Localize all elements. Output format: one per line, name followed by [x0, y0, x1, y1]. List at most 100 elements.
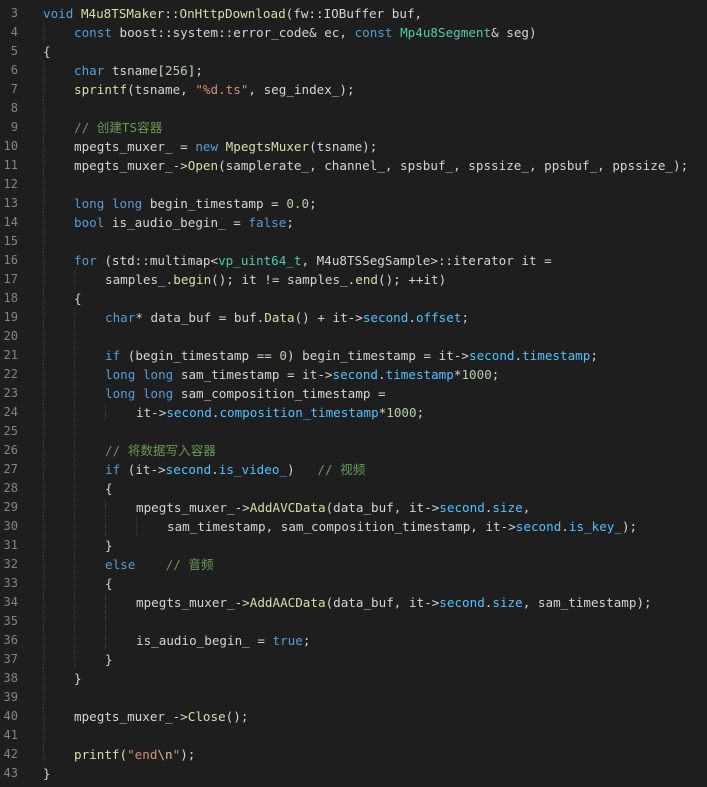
code-line[interactable]: 20: [0, 327, 707, 346]
code-line[interactable]: 30 sam_timestamp, sam_composition_timesta…: [0, 517, 707, 536]
code-line[interactable]: 27 if (it->second.is_video_) // 视频: [0, 460, 707, 479]
code-token: void: [43, 6, 74, 21]
code-line[interactable]: 17 samples_.begin(); it != samples_.end()…: [0, 270, 707, 289]
indent-guide: [74, 403, 75, 422]
code-line[interactable]: 28 {: [0, 479, 707, 498]
code-line[interactable]: 10 mpegts_muxer_ = new MpegtsMuxer(tsname…: [0, 137, 707, 156]
code-token: if: [105, 462, 121, 477]
code-line[interactable]: 6 char tsname[256];: [0, 61, 707, 80]
code-line[interactable]: 13 long long begin_timestamp = 0.0;: [0, 194, 707, 213]
code-token: .: [561, 519, 569, 534]
code-line[interactable]: 31}: [0, 536, 707, 555]
code-token: ,: [522, 500, 531, 515]
code-token: ;: [491, 367, 500, 382]
code-line[interactable]: 4 const boost::system::error_code& ec, co…: [0, 23, 707, 42]
code-line[interactable]: 43}: [0, 764, 707, 783]
code-line[interactable]: 24 it->second.composition_timestamp*1000;: [0, 403, 707, 422]
code-line[interactable]: 41: [0, 726, 707, 745]
code-line[interactable]: 19 char* data_buf = buf.Data() + it->seco…: [0, 308, 707, 327]
code-line[interactable]: 40 mpegts_muxer_->Close();: [0, 707, 707, 726]
code-line[interactable]: 33 {: [0, 574, 707, 593]
code-line[interactable]: 15: [0, 232, 707, 251]
code-token: & seg): [491, 25, 537, 40]
indent-guide: [74, 650, 75, 669]
code-line[interactable]: 12: [0, 175, 707, 194]
code-line[interactable]: 23 long long sam_composition_timestamp =: [0, 384, 707, 403]
code-text: if (begin_timestamp == 0) begin_timestam…: [105, 346, 598, 365]
indent-guide: [74, 536, 75, 555]
code-line[interactable]: 32 else // 音频: [0, 555, 707, 574]
code-line[interactable]: 34 mpegts_muxer_->AddAACData(data_buf, it…: [0, 593, 707, 612]
code-token: {: [43, 44, 51, 59]
line-number: 31: [3, 538, 18, 552]
code-text: long long sam_composition_timestamp =: [105, 384, 386, 403]
line-number: 39: [3, 690, 18, 704]
code-token: 1000: [461, 367, 492, 382]
indent-guide: [74, 346, 75, 365]
code-line[interactable]: 39: [0, 688, 707, 707]
line-number: 27: [3, 462, 18, 476]
code-token: sam_timestamp = it->: [173, 367, 333, 382]
code-token: second: [468, 348, 515, 363]
code-line[interactable]: 26 // 将数据写入容器: [0, 441, 707, 460]
code-token: , M4u8TSSegSample>::iterator it =: [301, 253, 552, 268]
code-token: }: [74, 671, 82, 686]
code-token: {: [105, 576, 113, 591]
code-line[interactable]: 36 is_audio_begin_ = true;: [0, 631, 707, 650]
line-number: 26: [3, 443, 18, 457]
code-line[interactable]: 21 if (begin_timestamp == 0) begin_timest…: [0, 346, 707, 365]
code-token: (tsname);: [309, 139, 378, 154]
indent-guide: [105, 593, 106, 612]
code-token: long: [105, 386, 136, 401]
code-line[interactable]: 16 for (std::multimap<vp_uint64_t, M4u8TS…: [0, 251, 707, 270]
code-token: () + it->: [294, 310, 363, 325]
code-token: Mp4u8Segment: [400, 25, 492, 40]
code-token: "end: [127, 747, 158, 762]
indent-guide: [74, 327, 75, 346]
code-line[interactable]: 11 mpegts_muxer_->Open(samplerate_, chann…: [0, 156, 707, 175]
code-line[interactable]: 25: [0, 422, 707, 441]
code-editor[interactable]: 3 void M4u8TSMaker::OnHttpDownload(fw::IO…: [0, 0, 707, 787]
code-token: // 将数据写入容器: [105, 443, 216, 458]
code-line[interactable]: 7 sprintf(tsname, "%d.ts", seg_index_);: [0, 80, 707, 99]
code-token: size: [492, 500, 523, 515]
code-token: * data_buf = buf.: [135, 310, 265, 325]
code-token: end: [355, 272, 378, 287]
code-token: M4u8TSMaker::OnHttpDownload: [80, 6, 286, 21]
code-token: , sam_timestamp);: [522, 595, 652, 610]
code-line[interactable]: 18 {: [0, 289, 707, 308]
indent-guide: [43, 574, 44, 593]
code-token: Open: [187, 158, 219, 173]
code-token: (data_buf, it->: [325, 595, 440, 610]
line-number: 41: [3, 728, 18, 742]
indent-guide: [43, 593, 44, 612]
line-number: 14: [3, 215, 18, 229]
code-line[interactable]: 22 long long sam_timestamp = it->second.t…: [0, 365, 707, 384]
indent-guide: [43, 612, 44, 631]
indent-guide: [43, 726, 44, 745]
code-line[interactable]: 29 mpegts_muxer_->AddAVCData(data_buf, it…: [0, 498, 707, 517]
code-token: sprintf: [74, 82, 128, 97]
indent-guide: [105, 498, 106, 517]
line-number: 33: [3, 576, 18, 590]
line-number: 16: [3, 253, 18, 267]
code-token: mpegts_muxer_ =: [74, 139, 196, 154]
code-line[interactable]: 14 bool is_audio_begin_ = false;: [0, 213, 707, 232]
code-line[interactable]: 8: [0, 99, 707, 118]
code-line[interactable]: 5{: [0, 42, 707, 61]
code-line[interactable]: 35: [0, 612, 707, 631]
indent-guide: [43, 289, 44, 308]
code-text: }: [43, 764, 51, 783]
code-text: mpegts_muxer_->Close();: [74, 707, 248, 726]
code-text: it->second.composition_timestamp*1000;: [136, 403, 424, 422]
code-line[interactable]: 37}: [0, 650, 707, 669]
code-line[interactable]: 3 void M4u8TSMaker::OnHttpDownload(fw::IO…: [0, 4, 707, 23]
code-line[interactable]: 42 printf("end\n");: [0, 745, 707, 764]
code-line[interactable]: 9 // 创建TS容器: [0, 118, 707, 137]
code-line[interactable]: 38}: [0, 669, 707, 688]
code-token: sam_timestamp, sam_composition_timestamp…: [167, 519, 516, 534]
